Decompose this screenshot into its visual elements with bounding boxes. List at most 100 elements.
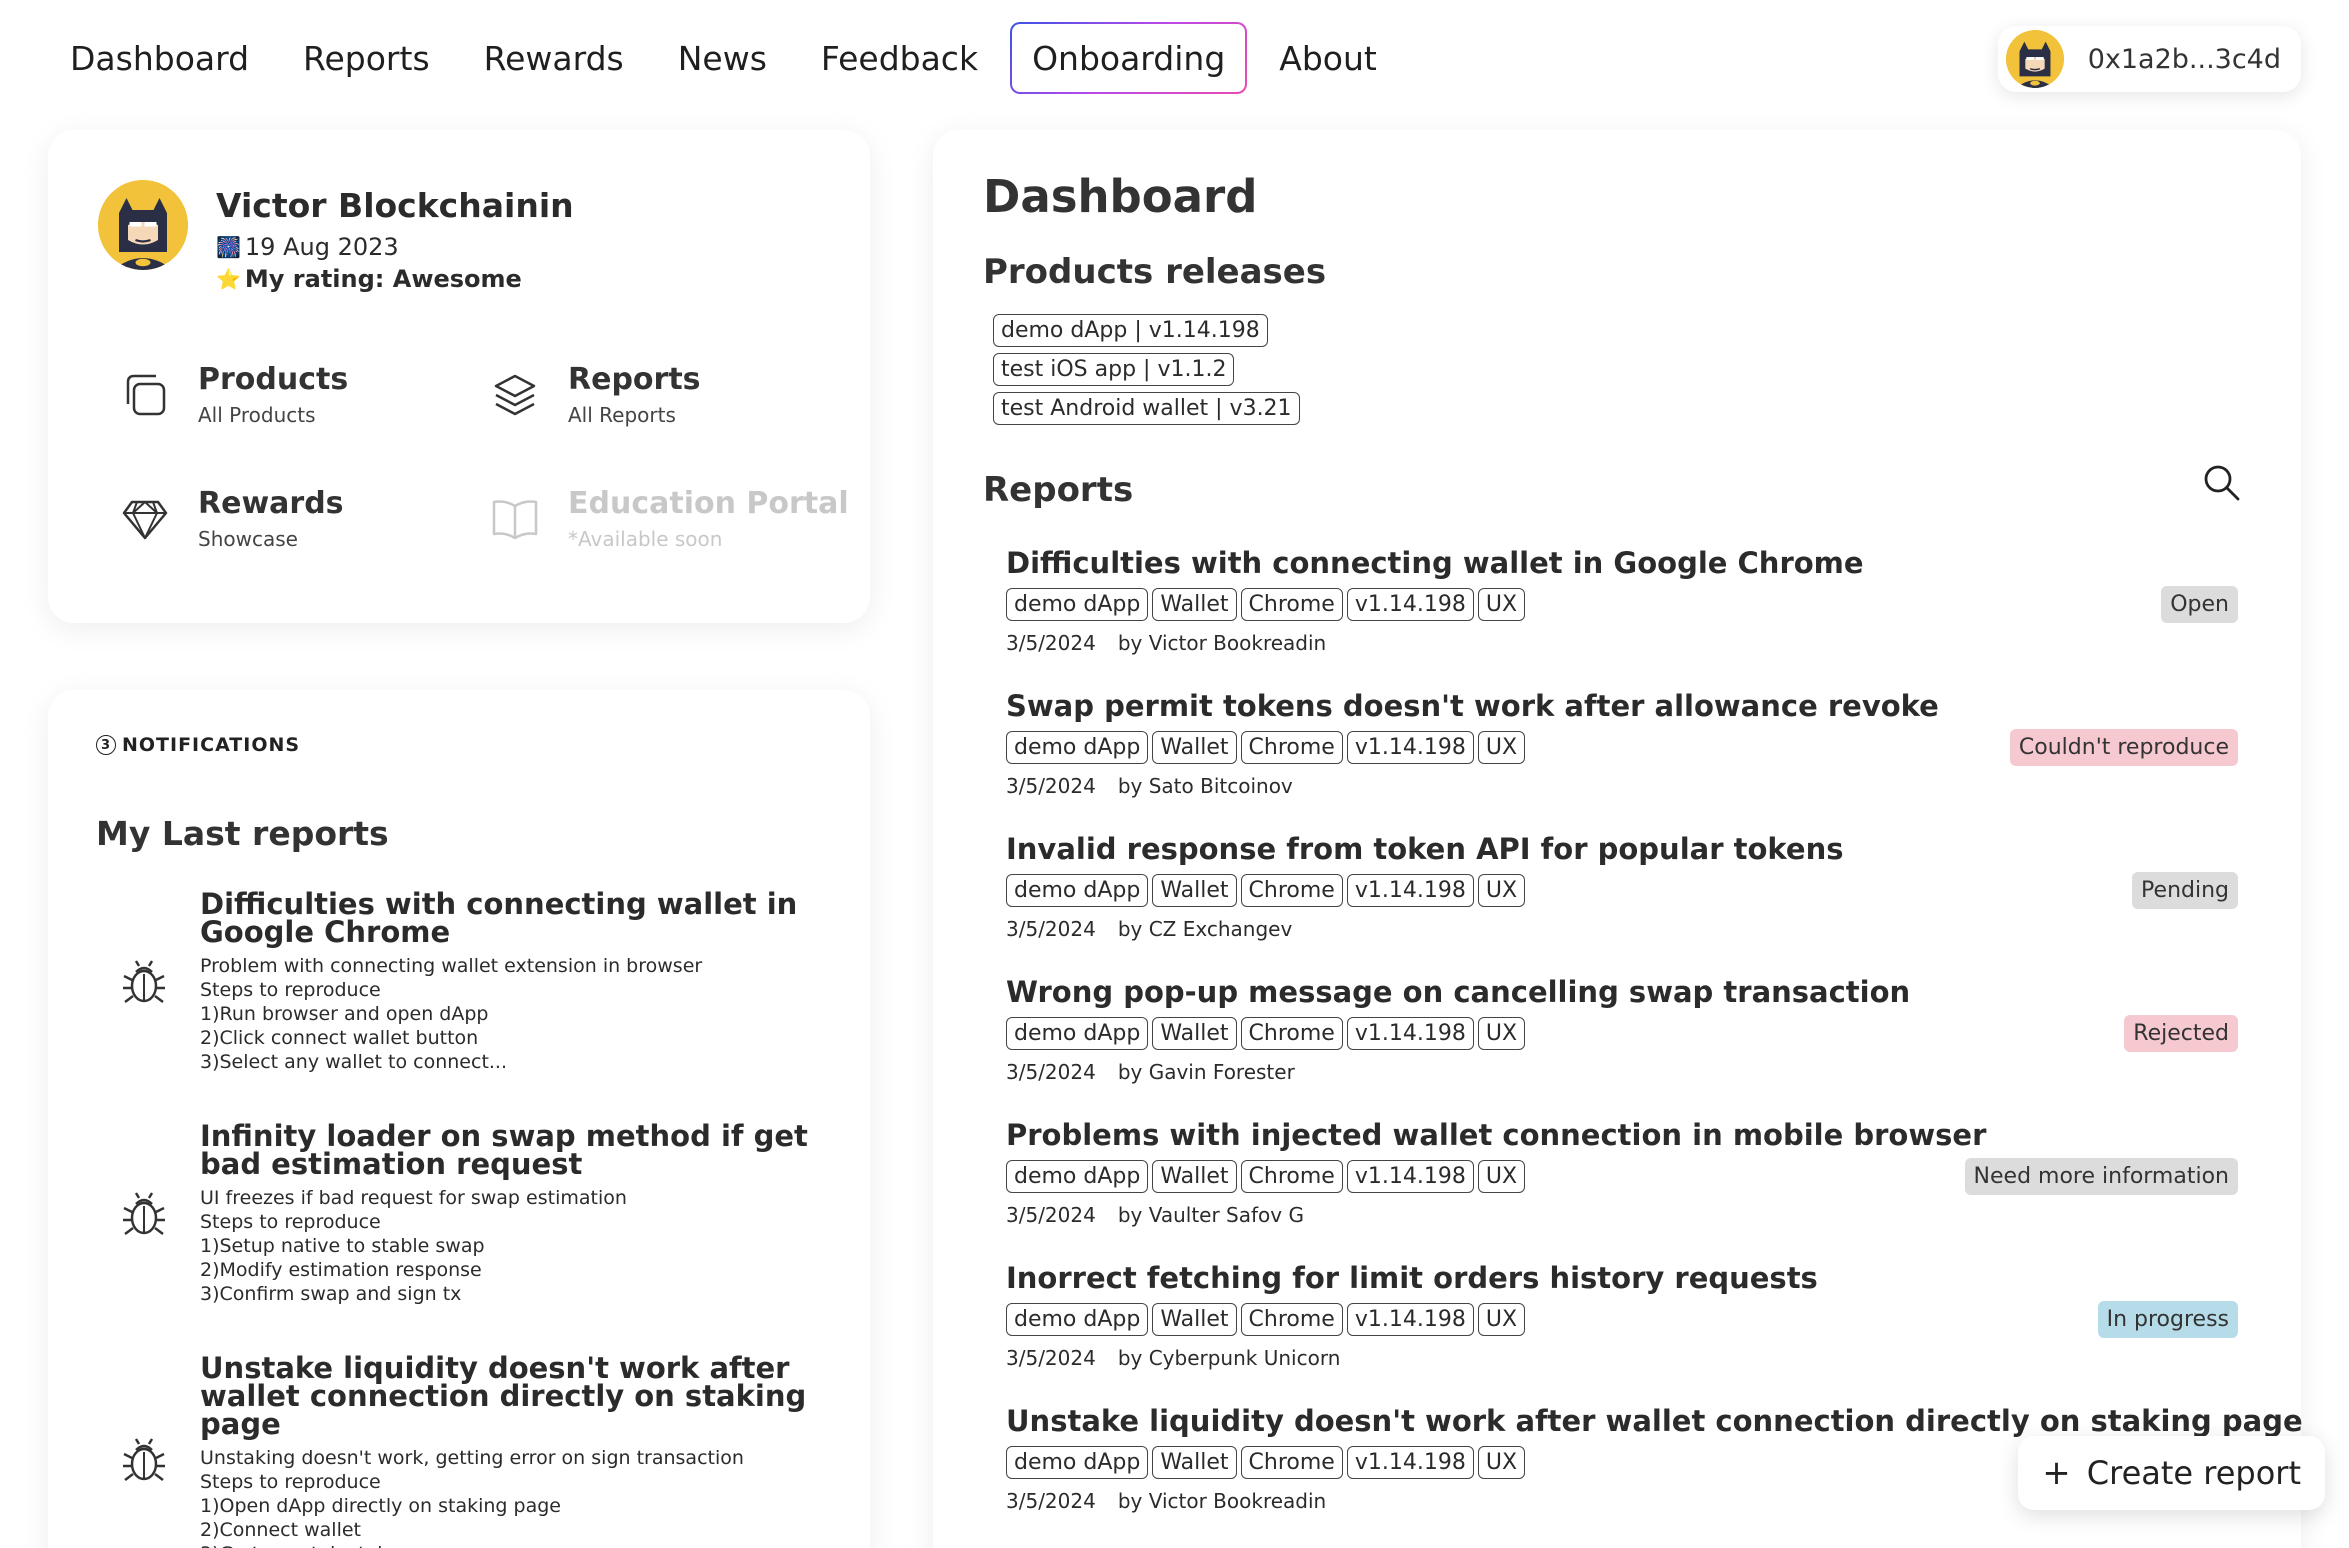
report-author: by Victor Bookreadin (1117, 631, 1327, 655)
top-nav: Dashboard Reports Rewards News Feedback … (48, 22, 1409, 94)
nav-about[interactable]: About (1257, 22, 1399, 94)
report-meta: 3/5/2024 by Vaulter Safov G (1006, 1203, 2246, 1227)
report-tag[interactable]: demo dApp (1006, 588, 1149, 621)
report-tag[interactable]: Wallet (1152, 1446, 1237, 1479)
report-tag[interactable]: demo dApp (1006, 1160, 1149, 1193)
report-row[interactable]: Problems with injected wallet connection… (1006, 1118, 2246, 1250)
report-author: by Cyberpunk Unicorn (1117, 1346, 1341, 1370)
report-tag[interactable]: v1.14.198 (1346, 1017, 1474, 1050)
report-tag[interactable]: UX (1477, 1017, 1526, 1050)
last-report-title: Unstake liquidity doesn't work after wal… (200, 1351, 807, 1441)
report-tag[interactable]: demo dApp (1006, 1017, 1149, 1050)
last-report-item[interactable]: Infinity loader on swap method if get ba… (120, 1122, 840, 1306)
page-title: Dashboard (983, 170, 1258, 223)
diamond-icon (122, 500, 168, 539)
quick-link-reports[interactable]: Reports All Reports (490, 362, 701, 427)
release-tag[interactable]: demo dApp | v1.14.198 (993, 314, 1268, 347)
report-tag[interactable]: UX (1477, 1303, 1526, 1336)
report-tag[interactable]: UX (1477, 588, 1526, 621)
report-tag[interactable]: Chrome (1240, 1446, 1343, 1479)
report-tag[interactable]: Wallet (1152, 1160, 1237, 1193)
profile-date: 19 Aug 2023 (244, 233, 399, 261)
create-report-button[interactable]: + Create report (2018, 1436, 2325, 1510)
nav-rewards[interactable]: Rewards (462, 22, 646, 94)
quick-link-title: Education Portal (568, 486, 849, 521)
search-button[interactable] (2201, 462, 2241, 506)
report-tag[interactable]: v1.14.198 (1346, 588, 1474, 621)
profile-avatar (98, 180, 188, 270)
report-tag[interactable]: UX (1477, 1446, 1526, 1479)
release-tag[interactable]: test Android wallet | v3.21 (993, 392, 1300, 425)
report-tag[interactable]: v1.14.198 (1346, 874, 1474, 907)
notifications-header[interactable]: 3 NOTIFICATIONS (96, 734, 300, 756)
report-title: Unstake liquidity doesn't work after wal… (1006, 1404, 2303, 1438)
report-tag[interactable]: v1.14.198 (1346, 1160, 1474, 1193)
report-tag[interactable]: Wallet (1152, 588, 1237, 621)
report-tag[interactable]: Chrome (1240, 731, 1343, 764)
reports-title: Reports (983, 470, 1134, 510)
quick-link-sub: All Reports (568, 403, 676, 427)
report-tag[interactable]: Wallet (1152, 1017, 1237, 1050)
report-tag[interactable]: Wallet (1152, 731, 1237, 764)
report-tag[interactable]: Wallet (1152, 874, 1237, 907)
nav-onboarding[interactable]: Onboarding (1010, 22, 1247, 94)
report-title: Swap permit tokens doesn't work after al… (1006, 689, 1939, 723)
report-tag[interactable]: v1.14.198 (1346, 1446, 1474, 1479)
status-badge: Couldn't reproduce (2009, 729, 2238, 766)
report-tag[interactable]: v1.14.198 (1346, 731, 1474, 764)
last-report-item[interactable]: Difficulties with connecting wallet in G… (120, 890, 840, 1074)
nav-news[interactable]: News (656, 22, 789, 94)
last-report-title: Difficulties with connecting wallet in G… (200, 887, 798, 949)
report-meta: 3/5/2024 by CZ Exchangev (1006, 917, 2246, 941)
report-tag[interactable]: UX (1477, 731, 1526, 764)
report-author: by Vaulter Safov G (1117, 1203, 1304, 1227)
quick-link-sub: *Available soon (568, 527, 723, 551)
report-author: by Gavin Forester (1117, 1060, 1295, 1084)
report-row[interactable]: Invalid response from token API for popu… (1006, 832, 2246, 964)
nav-reports[interactable]: Reports (281, 22, 452, 94)
quick-link-title: Reports (568, 362, 701, 397)
nav-feedback[interactable]: Feedback (799, 22, 1000, 94)
report-tags: demo dApp Wallet Chrome v1.14.198 UX (1006, 1303, 2246, 1336)
report-row[interactable]: Swap permit tokens doesn't work after al… (1006, 689, 2246, 821)
report-tag[interactable]: Chrome (1240, 1160, 1343, 1193)
quick-link-rewards[interactable]: Rewards Showcase (120, 486, 344, 551)
report-meta: 3/5/2024 by Victor Bookreadin (1006, 631, 2246, 655)
profile-name: Victor Blockchainin (216, 186, 574, 225)
report-row[interactable]: Wrong pop-up message on cancelling swap … (1006, 975, 2246, 1107)
releases-title: Products releases (983, 252, 1327, 292)
last-reports-title: My Last reports (96, 814, 389, 853)
release-tag[interactable]: test iOS app | v1.1.2 (993, 353, 1235, 386)
quick-link-title: Rewards (198, 486, 344, 521)
report-tag[interactable]: Wallet (1152, 1303, 1237, 1336)
dashboard-card: Dashboard Products releases demo dApp | … (933, 130, 2303, 1548)
report-author: by Sato Bitcoinov (1117, 774, 1293, 798)
quick-link-education: Education Portal *Available soon (490, 486, 849, 551)
report-tag[interactable]: v1.14.198 (1346, 1303, 1474, 1336)
nav-dashboard[interactable]: Dashboard (48, 22, 271, 94)
report-tag[interactable]: demo dApp (1006, 1303, 1149, 1336)
report-tag[interactable]: Chrome (1240, 1303, 1343, 1336)
report-row[interactable]: Inorrect fetching for limit orders histo… (1006, 1261, 2246, 1393)
report-tag[interactable]: UX (1477, 874, 1526, 907)
wallet-button[interactable]: 0x1a2b...3c4d (1997, 26, 2301, 92)
report-tag[interactable]: demo dApp (1006, 731, 1149, 764)
wallet-avatar (2005, 30, 2064, 88)
report-tag[interactable]: Chrome (1240, 588, 1343, 621)
report-tag[interactable]: demo dApp (1006, 1446, 1149, 1479)
report-meta: 3/5/2024 by Gavin Forester (1006, 1060, 2246, 1084)
report-tags: demo dApp Wallet Chrome v1.14.198 UX (1006, 588, 2246, 621)
report-author: by CZ Exchangev (1117, 917, 1293, 941)
report-date: 3/5/2024 (1006, 917, 1096, 941)
report-tag[interactable]: demo dApp (1006, 874, 1149, 907)
quick-link-products[interactable]: Products All Products (120, 362, 348, 427)
notifications-card: 3 NOTIFICATIONS My Last reports Difficul… (48, 690, 870, 1548)
report-tag[interactable]: Chrome (1240, 874, 1343, 907)
report-tag[interactable]: Chrome (1240, 1017, 1343, 1050)
report-tag[interactable]: UX (1477, 1160, 1526, 1193)
report-row[interactable]: Difficulties with connecting wallet in G… (1006, 546, 2246, 678)
last-report-item[interactable]: Unstake liquidity doesn't work after wal… (120, 1354, 840, 1548)
last-report-description: UI freezes if bad request for swap estim… (200, 1187, 627, 1305)
profile-header: Victor Blockchainin 🎆 19 Aug 2023 ⭐ My r… (98, 180, 574, 293)
plus-icon: + (2042, 1453, 2071, 1493)
